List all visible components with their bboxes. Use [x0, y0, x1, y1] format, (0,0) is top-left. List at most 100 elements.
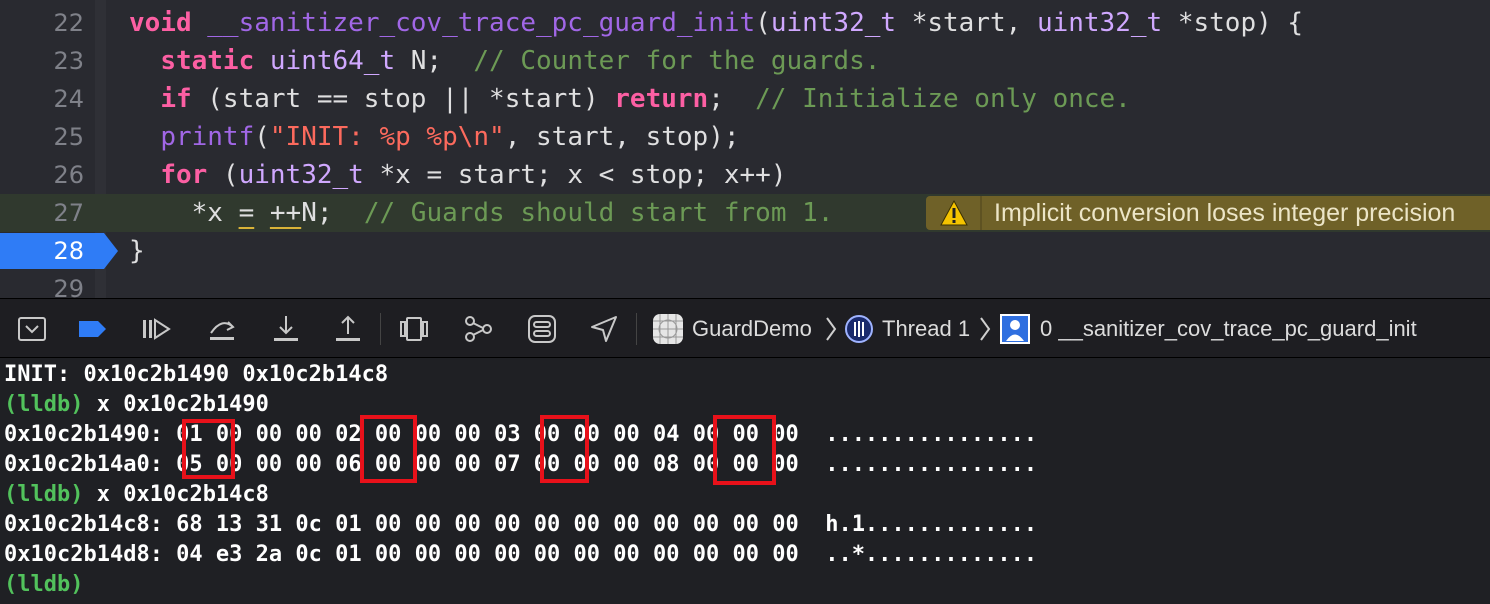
code-token: N; — [395, 46, 474, 76]
line-number[interactable]: 26 — [0, 156, 84, 194]
console-text: x 0x10c2b1490 — [83, 392, 269, 417]
line-number[interactable]: 24 — [0, 80, 84, 118]
code-token: ( — [755, 8, 771, 38]
console-line: 0x10c2b14c8: 68 13 31 0c 01 00 00 00 00 … — [4, 510, 1037, 540]
console-line: (lldb) x 0x10c2b1490 — [4, 390, 269, 420]
line-number[interactable]: 23 — [0, 42, 84, 80]
line-number[interactable]: 29 — [0, 270, 84, 298]
step-over-icon[interactable] — [206, 313, 238, 345]
line-number[interactable]: 25 — [0, 118, 84, 156]
code-line[interactable]: 25 printf("INIT: %p %p\n", start, stop); — [0, 118, 1490, 156]
toolbar-separator — [380, 313, 381, 345]
breadcrumb-thread[interactable]: Thread 1 — [882, 299, 970, 359]
code-token: // Guards should start from 1. — [363, 198, 834, 228]
code-token: } — [129, 236, 145, 266]
warning-badge[interactable]: Implicit conversion loses integer precis… — [926, 196, 1490, 230]
stack-frame-icon — [1000, 314, 1030, 344]
code-token: // Initialize only once. — [755, 84, 1131, 114]
step-into-icon[interactable] — [270, 313, 302, 345]
code-token: *start, — [896, 8, 1037, 38]
debug-bar: GuardDemo Thread 1 0 __sanitizer_cov_tra… — [0, 298, 1490, 358]
lldb-prompt: (lldb) — [4, 392, 84, 417]
code-token: uint64_t — [269, 46, 396, 76]
lldb-console[interactable]: INIT: 0x10c2b1490 0x10c2b14c8 (lldb) x 0x… — [0, 358, 1490, 604]
code-token: uint32_t — [770, 8, 897, 38]
environment-overrides-icon[interactable] — [526, 313, 558, 345]
code-token: void — [129, 8, 192, 38]
code-token: *stop) { — [1162, 8, 1304, 38]
hide-debug-area-icon[interactable] — [16, 313, 48, 345]
code-token: return — [614, 84, 709, 114]
lldb-prompt: (lldb) — [4, 572, 84, 597]
simulate-location-icon[interactable] — [588, 313, 620, 345]
code-token: if — [160, 84, 192, 114]
code-text: printf("INIT: %p %p\n", start, stop); — [129, 118, 739, 156]
chevron-right-icon — [978, 315, 992, 343]
console-line: 0x10c2b14a0: 05 00 00 00 06 00 00 00 07 … — [4, 450, 1037, 480]
highlight-box-guard-1-5 — [182, 419, 235, 479]
code-line[interactable]: 28} — [0, 232, 1490, 270]
line-number[interactable]: 22 — [0, 4, 84, 42]
console-line: 0x10c2b14d8: 04 e3 2a 0c 01 00 00 00 00 … — [4, 540, 1037, 570]
warning-triangle-icon — [940, 200, 968, 226]
thread-icon — [844, 314, 874, 344]
code-token: N; — [301, 198, 364, 228]
console-text: 0x10c2b14d8: 04 e3 2a 0c 01 00 00 00 00 … — [4, 542, 1038, 567]
code-line[interactable]: 29 — [0, 270, 1490, 298]
code-token: static — [160, 46, 255, 76]
code-token: uint32_t — [1036, 8, 1163, 38]
code-token: ( — [207, 160, 239, 190]
code-token: ; — [708, 84, 756, 114]
code-token: __sanitizer_cov_trace_pc_guard_init — [207, 8, 756, 38]
console-text: 0x10c2b1490: 01 00 00 00 02 00 00 00 03 … — [4, 422, 1038, 447]
memory-graph-icon[interactable] — [462, 313, 494, 345]
code-line[interactable]: 27 *x = ++N; // Guards should start from… — [0, 194, 1490, 232]
line-number[interactable]: 27 — [0, 194, 84, 232]
console-line: (lldb) x 0x10c2b14c8 — [4, 480, 269, 510]
breadcrumb-frame[interactable]: 0 __sanitizer_cov_trace_pc_guard_init — [1040, 299, 1417, 359]
breadcrumb-app[interactable]: GuardDemo — [692, 299, 812, 359]
code-token: (start == stop || *start) — [191, 84, 615, 114]
code-token: *x = start; x < stop; x++) — [363, 160, 787, 190]
code-text: if (start == stop || *start) return; // … — [129, 80, 1131, 118]
code-line[interactable]: 24 if (start == stop || *start) return; … — [0, 80, 1490, 118]
console-text: INIT: 0x10c2b1490 0x10c2b14c8 — [4, 362, 389, 387]
code-line[interactable]: 22 void __sanitizer_cov_trace_pc_guard_in… — [0, 4, 1490, 42]
code-token: ++ — [269, 198, 302, 228]
console-text: 0x10c2b14a0: 05 00 00 00 06 00 00 00 07 … — [4, 452, 1038, 477]
console-text: x 0x10c2b14c8 — [83, 482, 269, 507]
step-out-icon[interactable] — [332, 313, 364, 345]
line-number[interactable]: 28 — [0, 232, 84, 270]
highlight-box-guard-2-6 — [360, 415, 417, 483]
code-token: printf — [160, 122, 255, 152]
code-text: } — [129, 232, 145, 270]
code-line[interactable]: 23 static uint64_t N; // Counter for the… — [0, 42, 1490, 80]
code-text: for (uint32_t *x = start; x < stop; x++) — [129, 156, 786, 194]
code-token: = — [238, 198, 255, 228]
code-token: uint32_t — [238, 160, 364, 190]
breakpoints-toggle-icon[interactable] — [76, 313, 108, 345]
toolbar-separator — [636, 313, 637, 345]
continue-icon[interactable] — [140, 313, 172, 345]
console-text: 0x10c2b14c8: 68 13 31 0c 01 00 00 00 00 … — [4, 512, 1038, 537]
code-text: *x = ++N; // Guards should start from 1. — [129, 194, 834, 232]
console-line: 0x10c2b1490: 01 00 00 00 02 00 00 00 03 … — [4, 420, 1037, 450]
app-icon — [652, 313, 684, 345]
code-token: // Counter for the guards. — [473, 46, 881, 76]
code-token: ( — [254, 122, 270, 152]
highlight-box-guard-3-7 — [540, 415, 589, 483]
source-editor[interactable]: 22 void __sanitizer_cov_trace_pc_guard_in… — [0, 0, 1490, 298]
code-token: "INIT: %p %p\n" — [269, 122, 505, 152]
highlight-box-guard-4-8 — [713, 415, 776, 485]
console-line: (lldb) — [4, 570, 83, 600]
code-line[interactable]: 26 for (uint32_t *x = start; x < stop; x… — [0, 156, 1490, 194]
code-text: static uint64_t N; // Counter for the gu… — [129, 42, 880, 80]
view-hierarchy-icon[interactable] — [398, 313, 430, 345]
lldb-prompt: (lldb) — [4, 482, 84, 507]
